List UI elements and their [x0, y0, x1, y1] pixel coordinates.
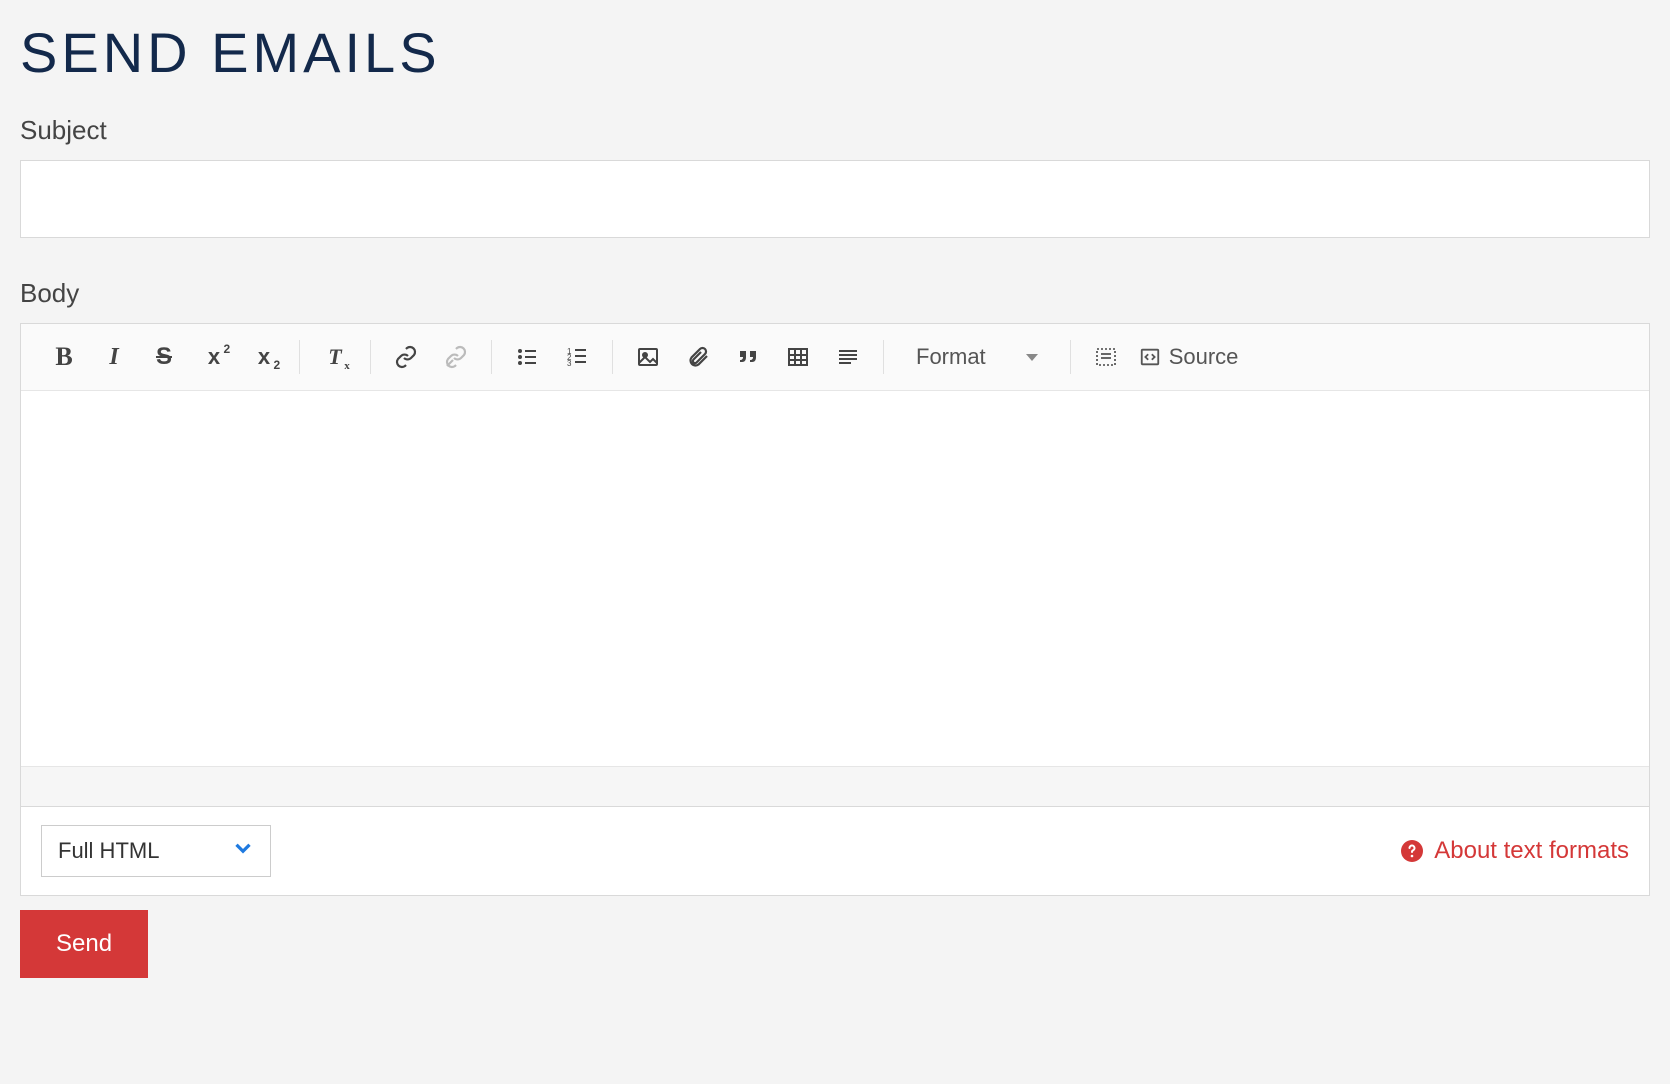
source-label: Source	[1169, 344, 1239, 370]
toolbar-separator	[612, 340, 613, 374]
table-icon	[786, 345, 810, 369]
text-format-selected: Full HTML	[58, 838, 159, 864]
page-title: SEND EMAILS	[20, 20, 1650, 85]
format-dropdown[interactable]: Format	[900, 338, 1054, 376]
align-button[interactable]	[829, 338, 867, 376]
link-icon	[394, 345, 418, 369]
numbered-list-button[interactable]: 1 2 3	[558, 338, 596, 376]
quote-icon	[736, 345, 760, 369]
link-button[interactable]	[387, 338, 425, 376]
subject-input[interactable]	[20, 160, 1650, 238]
subscript-button[interactable]: x2	[245, 338, 283, 376]
text-format-select[interactable]: Full HTML	[41, 825, 271, 877]
toolbar-separator	[883, 340, 884, 374]
remove-format-icon: Tx	[328, 344, 341, 370]
table-button[interactable]	[779, 338, 817, 376]
editor-toolbar: B I S x2 x2 Tx	[21, 324, 1649, 391]
italic-button[interactable]: I	[95, 338, 133, 376]
about-text-formats-link[interactable]: About text formats	[1400, 837, 1629, 865]
paperclip-icon	[686, 345, 710, 369]
body-label: Body	[20, 278, 1650, 309]
toolbar-separator	[299, 340, 300, 374]
image-button[interactable]	[629, 338, 667, 376]
show-blocks-button[interactable]	[1087, 338, 1125, 376]
strike-button[interactable]: S	[145, 338, 183, 376]
unlink-icon	[444, 345, 468, 369]
remove-format-button[interactable]: Tx	[316, 338, 354, 376]
align-icon	[836, 345, 860, 369]
toolbar-separator	[1070, 340, 1071, 374]
caret-down-icon	[1026, 354, 1038, 361]
format-dropdown-label: Format	[916, 344, 986, 370]
show-blocks-icon	[1094, 345, 1118, 369]
image-icon	[636, 345, 660, 369]
bullet-list-button[interactable]	[508, 338, 546, 376]
help-circle-icon	[1400, 839, 1424, 863]
send-button[interactable]: Send	[20, 910, 148, 978]
text-format-row: Full HTML About text formats	[20, 807, 1650, 896]
superscript-button[interactable]: x2	[195, 338, 233, 376]
source-button[interactable]: Source	[1131, 338, 1247, 376]
superscript-icon: x2	[208, 344, 220, 370]
subscript-icon: x2	[258, 344, 270, 370]
attachment-button[interactable]	[679, 338, 717, 376]
bullet-list-icon	[515, 345, 539, 369]
subject-label: Subject	[20, 115, 1650, 146]
source-icon	[1139, 346, 1161, 368]
bold-button[interactable]: B	[45, 338, 83, 376]
about-text-formats-label: About text formats	[1434, 837, 1629, 865]
numbered-list-icon: 1 2 3	[565, 345, 589, 369]
blockquote-button[interactable]	[729, 338, 767, 376]
body-editor-area[interactable]	[21, 391, 1649, 761]
rich-text-editor: B I S x2 x2 Tx	[20, 323, 1650, 807]
toolbar-separator	[370, 340, 371, 374]
chevron-down-icon	[230, 835, 256, 867]
strike-icon: S	[156, 343, 172, 371]
toolbar-separator	[491, 340, 492, 374]
unlink-button[interactable]	[437, 338, 475, 376]
italic-icon: I	[109, 344, 118, 371]
editor-statusbar	[21, 766, 1649, 806]
svg-text:3: 3	[567, 359, 572, 368]
bold-icon: B	[55, 342, 72, 372]
